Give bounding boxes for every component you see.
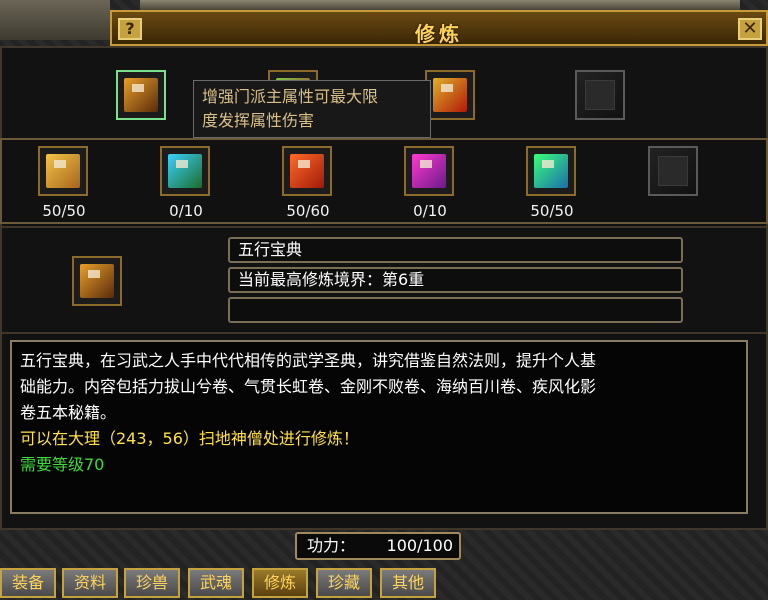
- power-label: 功力：: [307, 536, 356, 555]
- skill-slot-4-empty[interactable]: [575, 70, 625, 120]
- top-left-decor: [0, 0, 110, 40]
- description-line-2: 础能力。内容包括力拔山兮卷、气贯长虹卷、金刚不败卷、海纳百川卷、疾风化影: [20, 377, 597, 396]
- highest-level-field: 当前最高修炼境界：第6重: [228, 267, 683, 293]
- window-title: 修炼: [415, 22, 463, 46]
- tab-profile[interactable]: 资料: [62, 568, 118, 598]
- book-icon: [534, 154, 568, 188]
- skill-slot-1[interactable]: [116, 70, 166, 120]
- book-icon: [433, 78, 467, 112]
- tab-pets[interactable]: 珍兽: [124, 568, 180, 598]
- book-icon: [124, 78, 158, 112]
- count-label: 0/10: [169, 202, 203, 220]
- tab-collection[interactable]: 珍藏: [316, 568, 372, 598]
- description-box: 五行宝典，在习武之人手中代代相传的武学圣典，讲究借鉴自然法则，提升个人基 础能力…: [10, 340, 748, 514]
- top-bar-decor: [140, 0, 740, 10]
- skill-book-slot-2[interactable]: [160, 146, 210, 196]
- extra-info-field: [228, 297, 683, 323]
- book-icon: [80, 264, 114, 298]
- skill-book-slot-3[interactable]: [282, 146, 332, 196]
- description-line-1: 五行宝典，在习武之人手中代代相传的武学圣典，讲究借鉴自然法则，提升个人基: [20, 351, 597, 370]
- count-label: 50/50: [530, 202, 574, 220]
- book-icon: [412, 154, 446, 188]
- count-label: 50/60: [286, 202, 330, 220]
- skill-slot-3[interactable]: [425, 70, 475, 120]
- book-name-field: 五行宝典: [228, 237, 683, 263]
- description-line-3: 卷五本秘籍。: [20, 403, 117, 422]
- tooltip: 增强门派主属性可最大限 度发挥属性伤害: [193, 80, 431, 138]
- close-button[interactable]: ✕: [738, 18, 762, 40]
- tab-equipment[interactable]: 装备: [0, 568, 56, 598]
- tab-other[interactable]: 其他: [380, 568, 436, 598]
- count-label: 50/50: [42, 202, 86, 220]
- skill-book-slot-5[interactable]: [526, 146, 576, 196]
- location-hint: 可以在大理（243，56）扫地神僧处进行修炼！: [20, 429, 359, 448]
- tab-cultivation[interactable]: 修炼: [252, 568, 308, 598]
- book-icon: [46, 154, 80, 188]
- power-value: 100/100: [386, 536, 453, 555]
- selected-book-slot: [72, 256, 122, 306]
- bottom-tabs: 装备 资料 珍兽 武魂 修炼 珍藏 其他: [0, 568, 768, 600]
- count-label: 0/10: [413, 202, 447, 220]
- tooltip-line-2: 度发挥属性伤害: [202, 111, 315, 130]
- title-bar: ? 修炼 ✕: [110, 10, 768, 46]
- skill-book-slot-4[interactable]: [404, 146, 454, 196]
- tooltip-line-1: 增强门派主属性可最大限: [202, 87, 379, 106]
- skill-book-slot-6-empty[interactable]: [648, 146, 698, 196]
- skill-book-slot-1[interactable]: [38, 146, 88, 196]
- level-requirement: 需要等级70: [20, 455, 105, 474]
- book-icon: [290, 154, 324, 188]
- book-icon: [168, 154, 202, 188]
- power-display: 功力： 100/100: [295, 532, 461, 560]
- tab-martial-soul[interactable]: 武魂: [188, 568, 244, 598]
